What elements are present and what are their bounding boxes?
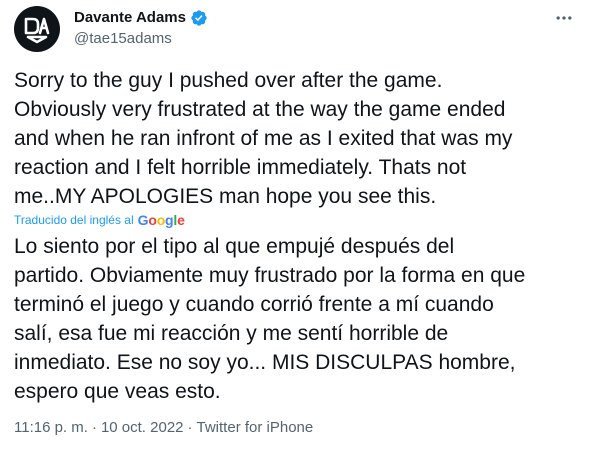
- google-logo: Google: [137, 212, 185, 228]
- more-options-icon: [556, 16, 572, 20]
- meta-separator: ·: [187, 419, 193, 436]
- tweet-card: Davante Adams @tae15adams Sorry to the g…: [0, 0, 592, 449]
- display-name[interactable]: Davante Adams: [74, 9, 186, 27]
- logo-avatar-icon: [24, 17, 50, 44]
- tweet-text: Sorry to the guy I pushed over after the…: [14, 69, 513, 208]
- translation-label: Traducido del inglés al: [14, 213, 134, 227]
- avatar[interactable]: [14, 6, 60, 52]
- verified-badge-icon: [191, 10, 207, 26]
- translation-attribution[interactable]: Traducido del inglés al Google: [14, 212, 185, 228]
- author-handle[interactable]: @tae15adams: [74, 30, 172, 48]
- more-options-button[interactable]: [550, 6, 578, 30]
- author-name-row[interactable]: Davante Adams: [74, 9, 208, 27]
- tweet-date[interactable]: 10 oct. 2022: [101, 419, 184, 437]
- tweet-source[interactable]: Twitter for iPhone: [197, 419, 314, 437]
- tweet-metadata: 11:16 p. m. · 10 oct. 2022 · Twitter for…: [14, 419, 313, 437]
- translated-text: Lo siento por el tipo al que empujé desp…: [14, 235, 526, 403]
- tweet-time[interactable]: 11:16 p. m.: [14, 419, 88, 437]
- meta-separator: ·: [91, 419, 97, 436]
